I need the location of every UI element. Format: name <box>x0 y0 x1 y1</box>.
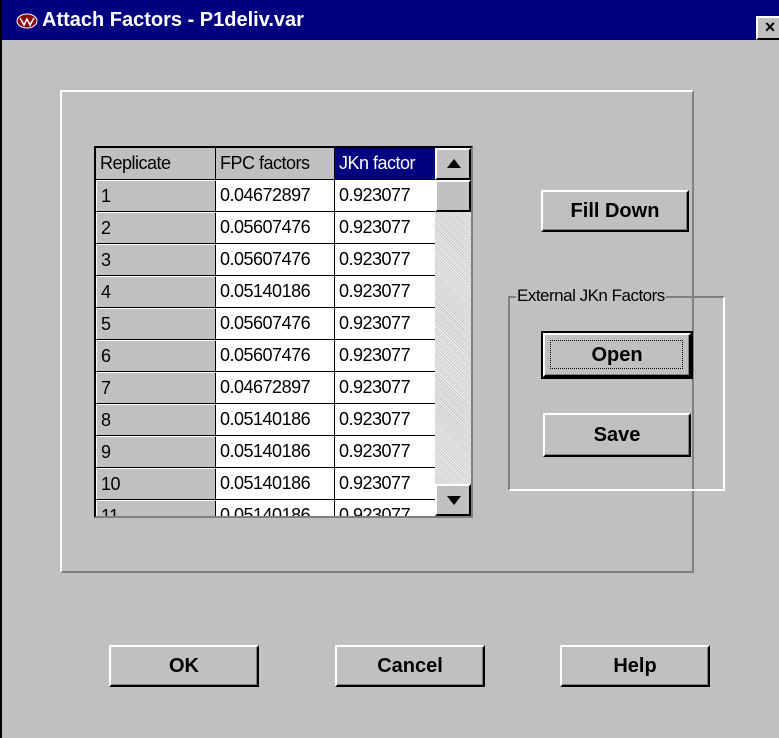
fpc-cell[interactable]: 0.05607476 <box>216 212 335 244</box>
focus-rect <box>550 340 683 369</box>
table-row: 10 0.05140186 0.923077 <box>96 468 436 500</box>
jkn-cell[interactable]: 0.923077 <box>335 372 436 404</box>
row-header[interactable]: 10 <box>96 468 216 500</box>
factors-grid[interactable]: Replicate FPC factors JKn factor 1 0.046… <box>94 146 473 518</box>
fpc-cell[interactable]: 0.05140186 <box>216 436 335 468</box>
row-header[interactable]: 11 <box>96 500 216 516</box>
fpc-cell[interactable]: 0.05607476 <box>216 340 335 372</box>
column-header-jkn[interactable]: JKn factor <box>335 148 436 180</box>
fpc-cell[interactable]: 0.04672897 <box>216 372 335 404</box>
arrow-down-icon <box>447 496 461 505</box>
table-row: 5 0.05607476 0.923077 <box>96 308 436 340</box>
title-bar[interactable]: Attach Factors - P1deliv.var <box>2 0 779 40</box>
row-header[interactable]: 8 <box>96 404 216 436</box>
fpc-cell[interactable]: 0.05140186 <box>216 500 335 516</box>
jkn-cell[interactable]: 0.923077 <box>335 468 436 500</box>
cancel-button[interactable]: Cancel <box>335 645 485 687</box>
jkn-cell[interactable]: 0.923077 <box>335 180 436 212</box>
jkn-cell[interactable]: 0.923077 <box>335 404 436 436</box>
jkn-cell[interactable]: 0.923077 <box>335 340 436 372</box>
fpc-cell[interactable]: 0.05140186 <box>216 276 335 308</box>
jkn-cell[interactable]: 0.923077 <box>335 212 436 244</box>
scroll-thumb[interactable] <box>435 180 471 212</box>
window-title: Attach Factors - P1deliv.var <box>42 9 304 31</box>
fpc-cell[interactable]: 0.05607476 <box>216 308 335 340</box>
row-header[interactable]: 2 <box>96 212 216 244</box>
jkn-cell[interactable]: 0.923077 <box>335 244 436 276</box>
column-header-fpc[interactable]: FPC factors <box>216 148 335 180</box>
fpc-cell[interactable]: 0.04672897 <box>216 180 335 212</box>
table-row: 9 0.05140186 0.923077 <box>96 436 436 468</box>
open-button[interactable]: Open <box>541 331 693 379</box>
row-header[interactable]: 5 <box>96 308 216 340</box>
row-header[interactable]: 9 <box>96 436 216 468</box>
grid-vertical-scrollbar[interactable] <box>435 148 471 516</box>
fpc-cell[interactable]: 0.05140186 <box>216 468 335 500</box>
jkn-cell[interactable]: 0.923077 <box>335 276 436 308</box>
jkn-cell[interactable]: 0.923077 <box>335 308 436 340</box>
arrow-up-icon <box>447 159 461 168</box>
jkn-cell[interactable]: 0.923077 <box>335 500 436 516</box>
external-jkn-factors-label: External JKn Factors <box>516 286 666 306</box>
table-row: 4 0.05140186 0.923077 <box>96 276 436 308</box>
fill-down-button[interactable]: Fill Down <box>541 190 689 232</box>
table-row: 7 0.04672897 0.923077 <box>96 372 436 404</box>
fpc-cell[interactable]: 0.05607476 <box>216 244 335 276</box>
table-row: 2 0.05607476 0.923077 <box>96 212 436 244</box>
attach-factors-dialog: Attach Factors - P1deliv.var × Replicate… <box>0 0 779 738</box>
help-button[interactable]: Help <box>560 645 710 687</box>
row-header[interactable]: 7 <box>96 372 216 404</box>
app-icon <box>16 13 38 29</box>
row-header[interactable]: 1 <box>96 180 216 212</box>
column-header-replicate[interactable]: Replicate <box>96 148 216 180</box>
close-button[interactable]: × <box>756 16 779 40</box>
row-header[interactable]: 3 <box>96 244 216 276</box>
row-header[interactable]: 6 <box>96 340 216 372</box>
table-row: 3 0.05607476 0.923077 <box>96 244 436 276</box>
grid-header: Replicate FPC factors JKn factor <box>96 148 436 180</box>
external-jkn-factors-group <box>508 296 725 491</box>
jkn-cell[interactable]: 0.923077 <box>335 436 436 468</box>
row-header[interactable]: 4 <box>96 276 216 308</box>
scroll-up-button[interactable] <box>435 148 471 180</box>
table-row: 6 0.05607476 0.923077 <box>96 340 436 372</box>
table-row: 1 0.04672897 0.923077 <box>96 180 436 212</box>
table-row: 8 0.05140186 0.923077 <box>96 404 436 436</box>
fpc-cell[interactable]: 0.05140186 <box>216 404 335 436</box>
save-button[interactable]: Save <box>543 413 691 457</box>
table-row: 11 0.05140186 0.923077 <box>96 500 436 516</box>
scroll-down-button[interactable] <box>435 484 471 516</box>
ok-button[interactable]: OK <box>109 645 259 687</box>
